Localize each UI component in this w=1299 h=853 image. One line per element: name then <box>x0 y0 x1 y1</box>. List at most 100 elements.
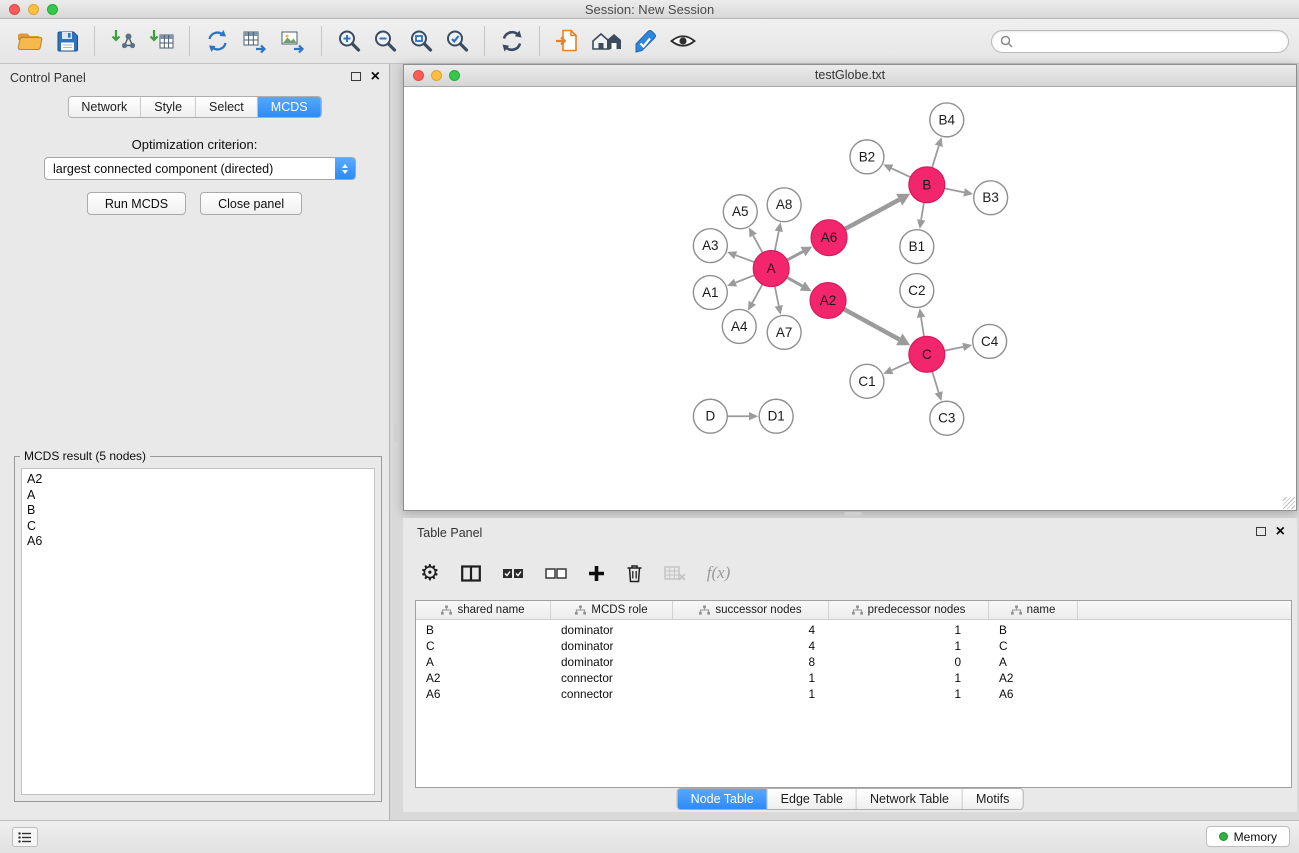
graph-edge-B-B4[interactable] <box>932 146 939 168</box>
export-image-icon <box>279 28 307 54</box>
split-divider-handle[interactable] <box>394 424 399 442</box>
export-table-button[interactable] <box>236 26 274 56</box>
table-row[interactable]: Cdominator41C <box>416 638 1291 654</box>
graph-edge-arrowhead <box>749 412 758 420</box>
optimization-criterion-select[interactable]: largest connected component (directed) <box>44 157 356 180</box>
apply-layout-button[interactable] <box>494 26 530 56</box>
close-panel-icon[interactable]: × <box>371 71 380 82</box>
tab-style[interactable]: Style <box>141 97 196 117</box>
column-header-label: successor nodes <box>715 604 801 616</box>
delete-column-button[interactable] <box>625 563 644 584</box>
show-columns-button[interactable] <box>460 564 482 583</box>
apply-style-button[interactable] <box>627 26 663 56</box>
save-session-button[interactable] <box>50 27 85 56</box>
table-cell: 4 <box>673 623 829 637</box>
resize-handle[interactable] <box>1283 497 1295 509</box>
graph-edge-A-A2[interactable] <box>787 277 802 286</box>
memory-button[interactable]: Memory <box>1206 826 1290 847</box>
result-item[interactable]: A6 <box>22 534 374 550</box>
task-history-button[interactable] <box>12 827 38 847</box>
table-settings-button[interactable]: ⚙ <box>419 561 441 585</box>
table-row[interactable]: Adominator80A <box>416 654 1291 670</box>
column-header-successor-nodes[interactable]: successor nodes <box>673 601 829 619</box>
search-input[interactable] <box>1018 34 1280 48</box>
float-table-panel-icon[interactable] <box>1256 527 1266 536</box>
table-row[interactable]: A2connector11A2 <box>416 670 1291 686</box>
graph-edge-C-C4[interactable] <box>944 347 963 351</box>
tab-node-table[interactable]: Node Table <box>678 789 768 809</box>
tab-motifs[interactable]: Motifs <box>963 789 1022 809</box>
graph-edge-A6-B[interactable] <box>845 200 899 229</box>
close-panel-button[interactable]: Close panel <box>200 192 302 215</box>
show-all-button[interactable] <box>585 26 627 56</box>
column-header-label: name <box>1027 604 1056 616</box>
column-header-name[interactable]: name <box>989 601 1078 619</box>
deselect-all-button[interactable] <box>544 566 568 581</box>
search-box[interactable] <box>991 30 1289 53</box>
column-header-predecessor-nodes[interactable]: predecessor nodes <box>829 601 989 619</box>
export-network-button[interactable] <box>199 26 236 56</box>
network-canvas[interactable]: B4B2BB3A5A8A6B1A3AC2A1A2A4A7C4CC1C3DD1 <box>405 87 1295 509</box>
graph-edge-A-A6[interactable] <box>787 252 803 260</box>
graph-edge-A-A1[interactable] <box>736 275 755 282</box>
zoom-fit-button[interactable] <box>403 26 439 56</box>
graph-edge-A2-C[interactable] <box>844 309 899 339</box>
home-icon <box>590 28 622 54</box>
tab-network[interactable]: Network <box>68 97 141 117</box>
zoom-fit-icon <box>408 28 434 54</box>
graph-node-label-C1: C1 <box>858 374 875 389</box>
network-from-file-button[interactable] <box>549 26 585 56</box>
mcds-result-list[interactable]: A2ABCA6 <box>21 468 375 795</box>
add-column-button[interactable] <box>587 564 606 583</box>
delete-table-button[interactable] <box>663 564 687 583</box>
graph-edge-C-C3[interactable] <box>932 372 938 393</box>
column-header-mcds-role[interactable]: MCDS role <box>551 601 673 619</box>
table-cell: A6 <box>416 687 551 701</box>
table-row[interactable]: A6connector11A6 <box>416 686 1291 702</box>
tab-select[interactable]: Select <box>196 97 258 117</box>
zoom-selected-button[interactable] <box>439 26 475 56</box>
memory-status-icon <box>1219 832 1228 841</box>
memory-label: Memory <box>1234 830 1277 844</box>
graph-edge-A-A3[interactable] <box>736 255 755 262</box>
result-item[interactable]: A2 <box>22 472 374 488</box>
graph-edge-A-A4[interactable] <box>752 284 762 302</box>
graph-edge-B-B1[interactable] <box>921 203 924 220</box>
show-graphics-details-button[interactable] <box>663 27 703 55</box>
graph-edge-arrowhead <box>935 137 943 147</box>
run-mcds-button[interactable]: Run MCDS <box>87 192 186 215</box>
graph-edge-B-B2[interactable] <box>892 168 911 177</box>
graph-edge-A-A5[interactable] <box>753 236 762 253</box>
result-item[interactable]: B <box>22 503 374 519</box>
select-all-button[interactable] <box>501 566 525 581</box>
import-network-button[interactable] <box>104 26 142 56</box>
graph-node-label-B3: B3 <box>982 190 998 205</box>
open-session-button[interactable] <box>10 26 50 56</box>
graph-edge-C-C2[interactable] <box>921 317 924 336</box>
close-table-panel-icon[interactable]: × <box>1276 526 1285 537</box>
result-item[interactable]: A <box>22 488 374 504</box>
split-divider-handle[interactable] <box>844 512 862 516</box>
function-builder-button[interactable]: f(x) <box>706 562 732 584</box>
float-panel-icon[interactable] <box>351 72 361 81</box>
tab-mcds[interactable]: MCDS <box>258 97 321 117</box>
zoom-out-button[interactable] <box>367 26 403 56</box>
result-item[interactable]: C <box>22 519 374 535</box>
graph-edge-A-A8[interactable] <box>775 231 779 251</box>
plus-icon <box>588 565 605 582</box>
zoom-in-icon <box>336 28 362 54</box>
import-table-button[interactable] <box>142 26 180 56</box>
mcds-result-group-title: MCDS result (5 nodes) <box>20 449 150 463</box>
graph-edge-A-A7[interactable] <box>775 286 779 306</box>
graph-edge-C-C1[interactable] <box>892 362 911 370</box>
tab-network-table[interactable]: Network Table <box>857 789 963 809</box>
table-row[interactable]: Bdominator41B <box>416 622 1291 638</box>
graph-edge-B-B3[interactable] <box>944 188 964 192</box>
zoom-in-button[interactable] <box>331 26 367 56</box>
tab-edge-table[interactable]: Edge Table <box>768 789 857 809</box>
combo-stepper-icon[interactable] <box>335 158 355 179</box>
network-graph[interactable]: B4B2BB3A5A8A6B1A3AC2A1A2A4A7C4CC1C3DD1 <box>405 87 1295 509</box>
column-header-shared-name[interactable]: shared name <box>416 601 551 619</box>
network-window-titlebar[interactable]: testGlobe.txt <box>404 65 1296 87</box>
export-image-button[interactable] <box>274 26 312 56</box>
